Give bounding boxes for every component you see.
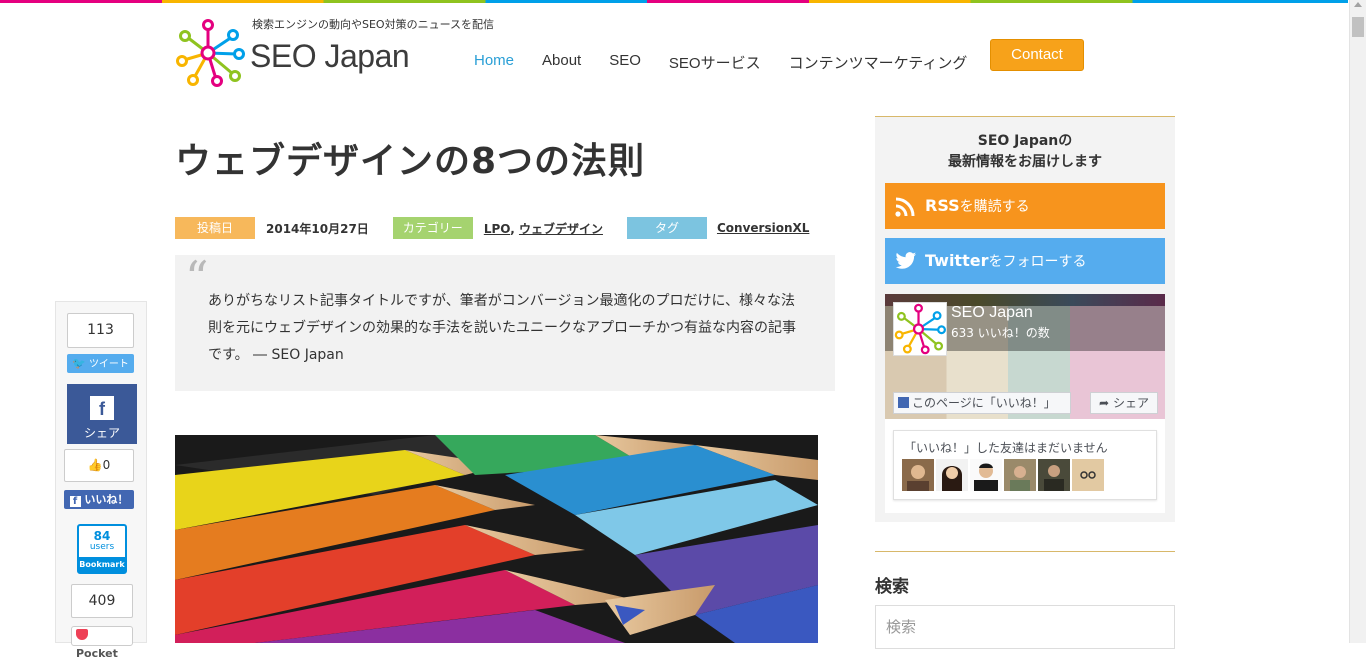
facebook-like-page-label: このページに「いいね！」	[912, 396, 1056, 410]
article-title: ウェブデザインの8つの法則	[175, 141, 646, 182]
friend-avatar[interactable]	[1038, 459, 1070, 491]
friend-avatar[interactable]	[902, 459, 934, 491]
tweet-count: 113	[67, 313, 134, 348]
hatena-bookmark-button[interactable]: 84 users Bookmark	[77, 524, 127, 574]
facebook-page-likes: 633 いいね！の数	[951, 326, 1050, 340]
tag-link-conversionxl[interactable]: ConversionXL	[717, 221, 809, 235]
site-tagline: 検索エンジンの動向やSEO対策のニュースを配信	[252, 18, 495, 31]
category-link-lpo[interactable]: LPO	[484, 222, 510, 236]
twitter-label-rest: をフォローする	[988, 254, 1087, 270]
nav-seo[interactable]: SEO	[609, 52, 641, 73]
hatena-users-label: users	[89, 542, 115, 552]
hatena-bookmark-label: Bookmark	[79, 557, 125, 572]
friend-faces	[902, 459, 1104, 491]
facebook-like-button[interactable]: f いいね！	[64, 490, 134, 509]
category-link-webdesign[interactable]: ウェブデザイン	[519, 222, 603, 236]
facebook-share-button[interactable]: f シェア	[67, 384, 137, 444]
subscribe-heading: SEO Japanの 最新情報をお届けします	[875, 131, 1175, 173]
share-arrow-icon: ➦	[1099, 396, 1110, 410]
share-buttons: 113 🐦 ツイート f シェア 👍0 f いいね！ 84 users Book…	[55, 301, 147, 660]
seo-japan-logo-icon[interactable]	[175, 18, 245, 88]
rss-label-rest: を購読する	[959, 199, 1030, 215]
subscribe-widget: SEO Japanの 最新情報をお届けします RSSを購読する Twitterを…	[875, 116, 1175, 522]
friends-notice: 「いいね！」した友達はまだいません	[904, 441, 1108, 455]
tag-label: タグ	[626, 217, 707, 239]
scroll-thumb[interactable]	[1352, 17, 1364, 37]
site-brand[interactable]: SEO Japan	[250, 38, 410, 75]
nav-about[interactable]: About	[542, 52, 581, 73]
search-divider	[875, 551, 1175, 552]
like-count: 0	[102, 458, 111, 472]
nav-content-marketing[interactable]: コンテンツマーケティング	[789, 52, 968, 73]
facebook-share-label: シェア	[83, 426, 120, 440]
tweet-label: ツイート	[88, 359, 129, 370]
hatena-count: 84	[93, 529, 111, 543]
facebook-page-share-button[interactable]: ➦ シェア	[1090, 392, 1158, 414]
facebook-friends-box: 「いいね！」した友達はまだいません	[893, 430, 1157, 500]
thumbs-up-icon: 👍	[87, 458, 103, 472]
friend-avatar[interactable]	[1072, 459, 1104, 491]
pocket-count: 409	[71, 584, 133, 618]
subscribe-heading-line1: SEO Japanの	[977, 133, 1073, 149]
facebook-small-icon	[898, 397, 909, 408]
facebook-small-icon: f	[69, 496, 81, 507]
color-top-bar	[0, 0, 1348, 3]
hero-image-colored-pencils	[175, 435, 818, 643]
category-links: LPO, ウェブデザイン	[484, 220, 603, 237]
subscribe-heading-line2: 最新情報をお届けします	[948, 154, 1102, 170]
pocket-button[interactable]: Pocket	[71, 626, 133, 660]
facebook-page-share-label: シェア	[1112, 396, 1149, 410]
twitter-label-bold: Twitter	[925, 251, 989, 270]
search-input[interactable]	[875, 605, 1175, 649]
search-heading: 検索	[875, 577, 909, 597]
pocket-label: Pocket	[76, 647, 118, 660]
category-separator: ,	[510, 221, 519, 236]
facebook-like-label: いいね！	[84, 493, 129, 506]
post-date: 2014年10月27日	[266, 221, 369, 236]
like-count-box: 👍0	[64, 449, 134, 482]
rss-icon	[895, 197, 915, 217]
friend-avatar[interactable]	[936, 459, 968, 491]
scrollbar[interactable]	[1349, 0, 1366, 643]
scroll-up-arrow-icon[interactable]	[1354, 2, 1362, 7]
article-meta: 投稿日 2014年10月27日 カテゴリー LPO, ウェブデザイン タグ Co…	[175, 217, 809, 239]
pocket-icon	[76, 629, 88, 640]
twitter-bird-icon	[895, 252, 917, 269]
facebook-page-name[interactable]: SEO Japan	[951, 304, 1033, 322]
article-excerpt: “ ありがちなリスト記事タイトルですが、筆者がコンバージョン最適化のプロだけに、…	[175, 255, 835, 391]
twitter-follow-button[interactable]: Twitterをフォローする	[885, 238, 1165, 284]
tweet-button[interactable]: 🐦 ツイート	[67, 354, 134, 373]
rss-label-bold: RSS	[925, 196, 960, 215]
nav-seo-services[interactable]: SEOサービス	[669, 52, 761, 73]
contact-button[interactable]: Contact	[990, 39, 1084, 71]
facebook-like-page-button[interactable]: このページに「いいね！」	[893, 392, 1071, 414]
nav-home[interactable]: Home	[474, 52, 514, 73]
friend-avatar[interactable]	[1004, 459, 1036, 491]
date-label: 投稿日	[175, 217, 255, 239]
facebook-page-avatar[interactable]	[893, 302, 947, 356]
main-nav: Home About SEO SEOサービス コンテンツマーケティング	[474, 52, 995, 73]
facebook-icon: f	[90, 396, 114, 420]
facebook-page-plugin: SEO Japan 633 いいね！の数 このページに「いいね！」 ➦ シェア …	[885, 294, 1165, 513]
excerpt-text: ありがちなリスト記事タイトルですが、筆者がコンバージョン最適化のプロだけに、様々…	[208, 293, 796, 363]
quote-mark-icon: “	[185, 251, 209, 305]
twitter-bird-icon: 🐦	[72, 357, 86, 370]
rss-subscribe-button[interactable]: RSSを購読する	[885, 183, 1165, 229]
category-label: カテゴリー	[392, 217, 473, 239]
friend-avatar[interactable]	[970, 459, 1002, 491]
